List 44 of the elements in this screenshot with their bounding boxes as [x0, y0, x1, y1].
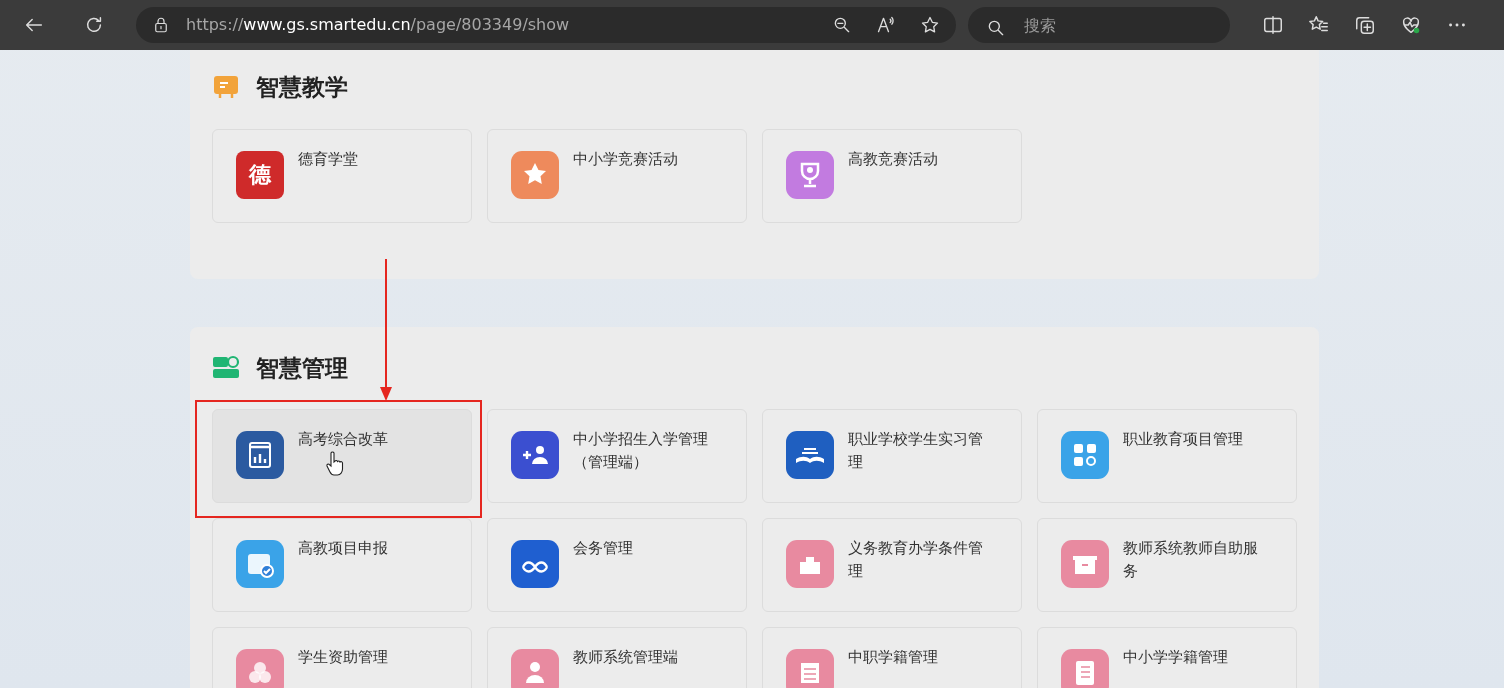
app-label: 教师系统教师自助服务	[1123, 539, 1259, 581]
address-bar[interactable]: https://www.gs.smartedu.cn/page/803349/show	[136, 7, 956, 43]
app-icon: 德	[236, 150, 284, 199]
app-tile[interactable]: 会务管理	[487, 518, 747, 612]
app-tile[interactable]: 教师系统管理端	[487, 627, 747, 688]
read-aloud-icon[interactable]	[876, 15, 896, 35]
app-label: 高教项目申报	[298, 539, 389, 558]
app-label: 中职学籍管理	[848, 648, 939, 667]
app-label: 职业学校学生实习管理	[848, 430, 984, 472]
app-label: 中小学学籍管理	[1123, 648, 1229, 667]
search-field[interactable]: 搜索	[968, 7, 1230, 43]
app-tile[interactable]: 职业教育项目管理	[1037, 409, 1297, 503]
app-tile[interactable]: 学生资助管理	[212, 627, 472, 688]
lock-icon	[152, 16, 170, 34]
app-label: 学生资助管理	[298, 648, 389, 667]
app-label: 中小学招生入学管理（管理端）	[573, 430, 709, 472]
section-title: 智慧教学	[256, 73, 348, 102]
hand-cursor-icon	[325, 451, 345, 477]
section-title: 智慧管理	[256, 353, 348, 383]
app-tile[interactable]: 中小学招生入学管理（管理端）	[487, 409, 747, 503]
health-heart-icon[interactable]	[1400, 14, 1422, 36]
app-tile[interactable]: 义务教育办学条件管理	[762, 518, 1022, 612]
app-label: 会务管理	[573, 539, 634, 558]
app-tile[interactable]: 职业学校学生实习管理	[762, 409, 1022, 503]
app-tile[interactable]: 德 德育学堂	[212, 128, 472, 223]
collections-icon[interactable]	[1354, 14, 1376, 36]
app-tile[interactable]: 高教项目申报	[212, 518, 472, 612]
app-label: 教师系统管理端	[573, 648, 679, 667]
zoom-out-icon[interactable]	[832, 15, 852, 35]
favorite-star-icon[interactable]	[920, 15, 940, 35]
app-label: 德育学堂	[298, 149, 359, 169]
app-label: 高考综合改革	[298, 430, 389, 449]
app-label: 高教竞赛活动	[848, 149, 939, 169]
app-tile[interactable]: 中小学竞赛活动	[487, 128, 747, 223]
app-tile[interactable]: 中小学学籍管理	[1037, 627, 1297, 688]
url-text: https://www.gs.smartedu.cn/page/803349/show	[186, 14, 570, 36]
split-screen-icon[interactable]	[1262, 14, 1284, 36]
app-label: 职业教育项目管理	[1123, 430, 1244, 449]
app-label: 中小学竞赛活动	[573, 149, 679, 169]
app-label: 义务教育办学条件管理	[848, 539, 984, 581]
app-tile[interactable]: 高教竞赛活动	[762, 128, 1022, 223]
app-tile[interactable]: 教师系统教师自助服务	[1037, 518, 1297, 612]
app-tile[interactable]: 高考综合改革	[212, 409, 472, 503]
app-tile[interactable]: 中职学籍管理	[762, 627, 1022, 688]
